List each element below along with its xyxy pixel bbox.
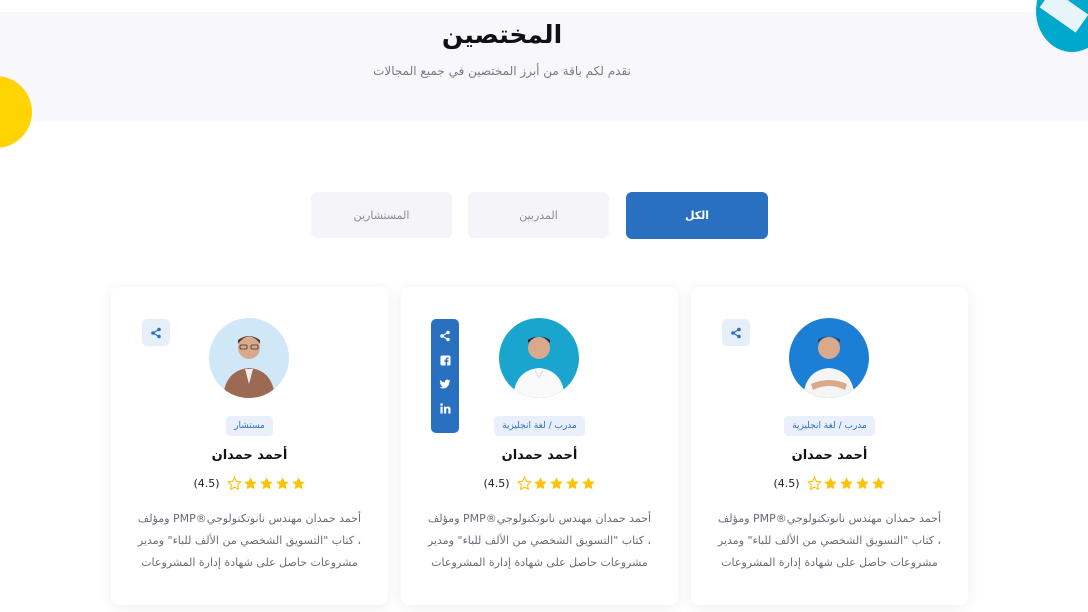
- avatar: [499, 318, 579, 398]
- star-empty-icon: [806, 476, 822, 491]
- star-filled-icon: [871, 477, 885, 490]
- rating-value: (4.5): [483, 477, 510, 490]
- star-filled-icon: [823, 477, 837, 490]
- avatar: [209, 318, 289, 398]
- hero-section: المختصين نقدم لكم باقة من أبرز المختصين …: [0, 12, 1088, 121]
- star-filled-icon: [243, 477, 257, 490]
- specialist-card[interactable]: مدرب / لغة انجليزية أحمد حمدان (4.5) أحم…: [401, 287, 678, 605]
- star-filled-icon: [291, 477, 305, 490]
- page-subtitle: نقدم لكم باقة من أبرز المختصين في جميع ا…: [373, 64, 631, 78]
- share-button[interactable]: [722, 319, 750, 346]
- facebook-share-button[interactable]: [431, 348, 459, 372]
- tab-consultants[interactable]: المستشارين: [311, 192, 452, 238]
- share-button[interactable]: [142, 319, 170, 346]
- specialist-description: أحمد حمدان مهندس نانوتكنولوجي®PMP ومؤلف …: [717, 512, 942, 569]
- star-filled-icon: [533, 477, 547, 490]
- specialist-name: أحمد حمدان: [211, 448, 288, 463]
- rating-value: (4.5): [773, 477, 800, 490]
- star-filled-icon: [259, 477, 273, 490]
- share-button[interactable]: [431, 324, 459, 348]
- specialist-name: أحمد حمدان: [501, 448, 578, 463]
- star-filled-icon: [855, 477, 869, 490]
- twitter-share-button[interactable]: [431, 372, 459, 396]
- role-badge: مدرب / لغة انجليزية: [401, 416, 678, 436]
- tab-trainers[interactable]: المدربين: [468, 192, 609, 238]
- specialist-description: أحمد حمدان مهندس نانوتكنولوجي®PMP ومؤلف …: [137, 512, 362, 569]
- share-icon: [731, 327, 741, 338]
- rating: (4.5): [111, 476, 388, 491]
- tab-all[interactable]: الكل: [626, 192, 768, 239]
- role-badge: مستشار: [111, 416, 388, 436]
- page-title: المختصين: [441, 20, 563, 49]
- share-icon: [440, 330, 450, 342]
- star-filled-icon: [839, 477, 853, 490]
- star-filled-icon: [275, 477, 289, 490]
- filter-tabs: الكل المدربين المستشارين: [0, 192, 1088, 239]
- twitter-icon: [439, 379, 451, 388]
- star-empty-icon: [516, 476, 532, 491]
- share-icon: [151, 327, 161, 338]
- facebook-icon: [439, 354, 451, 366]
- rating: (4.5): [401, 476, 678, 491]
- linkedin-icon: [439, 402, 451, 414]
- star-filled-icon: [549, 477, 563, 490]
- star-filled-icon: [581, 477, 595, 490]
- star-filled-icon: [565, 477, 579, 490]
- star-empty-icon: [226, 476, 242, 491]
- rating: (4.5): [691, 476, 968, 491]
- specialist-name: أحمد حمدان: [791, 448, 868, 463]
- specialist-description: أحمد حمدان مهندس نانوتكنولوجي®PMP ومؤلف …: [427, 512, 652, 569]
- avatar: [789, 318, 869, 398]
- rating-value: (4.5): [193, 477, 220, 490]
- specialist-card[interactable]: مدرب / لغة انجليزية أحمد حمدان (4.5) أحم…: [691, 287, 968, 605]
- specialist-card[interactable]: مستشار أحمد حمدان (4.5) أحمد حمدان مهندس…: [111, 287, 388, 605]
- role-badge: مدرب / لغة انجليزية: [691, 416, 968, 436]
